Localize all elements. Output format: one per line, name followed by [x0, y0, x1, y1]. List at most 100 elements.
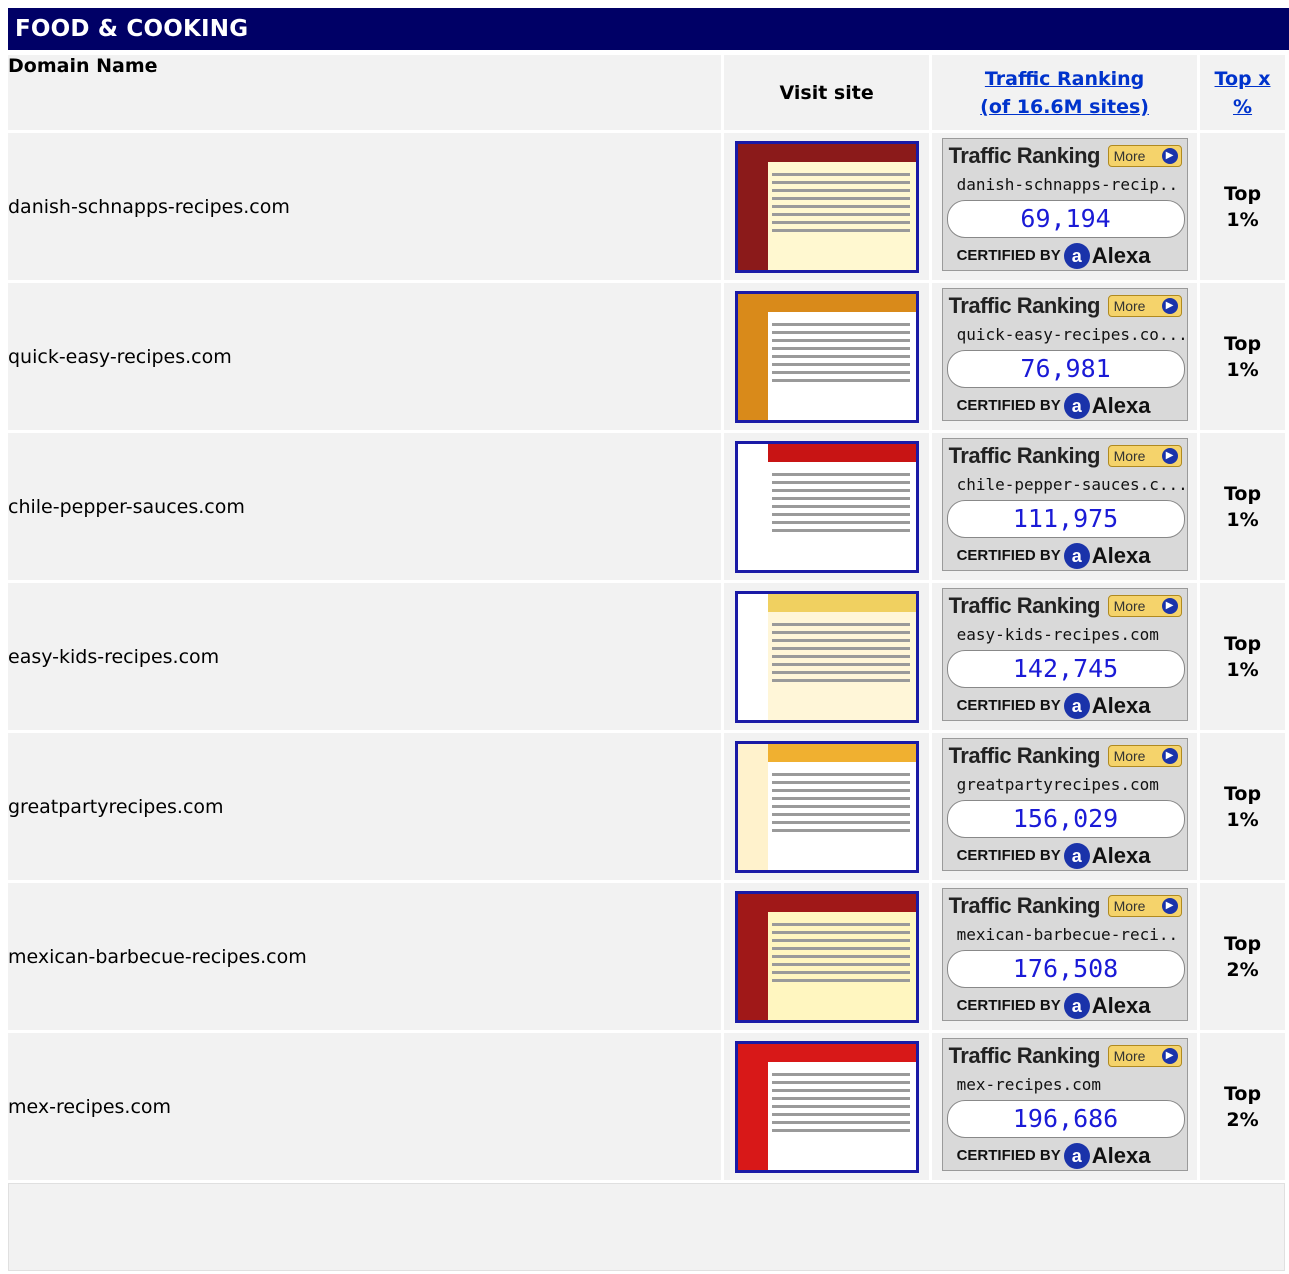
domain-name-cell: quick-easy-recipes.com [8, 283, 722, 430]
more-button[interactable]: More ▶ [1107, 1045, 1182, 1067]
more-button[interactable]: More ▶ [1107, 445, 1182, 467]
thumbnail-body [771, 318, 910, 412]
arrow-right-icon: ▶ [1161, 598, 1178, 614]
alexa-badge[interactable]: Traffic Ranking More ▶ chile-pepper-sauces.… [941, 438, 1188, 571]
arrow-right-icon: ▶ [1161, 1048, 1178, 1064]
traffic-ranking-sublabel: (of 16.6M sites) [980, 95, 1149, 118]
top-percent-label: Top x [1214, 67, 1271, 90]
alexa-logo-icon: a [1063, 243, 1090, 269]
ranking-table: Domain Name Visit site Traffic Ranking (o… [5, 52, 1288, 1274]
alexa-wordmark: Alexa [1091, 843, 1151, 868]
alexa-wordmark: Alexa [1091, 393, 1151, 418]
thumbnail-body [771, 618, 910, 712]
thumbnail-sidebar [737, 443, 768, 570]
site-thumbnail-link[interactable] [734, 140, 919, 273]
site-thumbnail-link[interactable] [734, 290, 919, 423]
alexa-logo-icon: a [1063, 843, 1090, 869]
more-button[interactable]: More ▶ [1107, 145, 1182, 167]
badge-title: Traffic Ranking [948, 443, 1101, 468]
top-percent-value: 2% [1226, 1108, 1259, 1131]
thumbnail-body [771, 1068, 910, 1162]
alexa-badge[interactable]: Traffic Ranking More ▶ easy-kids-recipes.co… [941, 588, 1188, 721]
traffic-ranking-cell: Traffic Ranking More ▶ danish-schnapps-reci… [932, 133, 1198, 280]
rank-value: 142,745 [946, 650, 1185, 688]
table-row: mexican-barbecue-recipes.com Traffic Rank… [8, 883, 1285, 1030]
thumbnail-sidebar [737, 143, 768, 270]
top-percent-cell: Top 1% [1200, 433, 1285, 580]
domain-name-cell: mex-recipes.com [8, 1033, 722, 1180]
alexa-logo-icon: a [1063, 393, 1090, 419]
alexa-wordmark: Alexa [1091, 1143, 1151, 1168]
empty-cell [8, 1183, 1285, 1271]
more-button[interactable]: More ▶ [1107, 745, 1182, 767]
top-percent-cell: Top 2% [1200, 883, 1285, 1030]
alexa-badge[interactable]: Traffic Ranking More ▶ danish-schnapps-reci… [941, 138, 1188, 271]
rank-value: 196,686 [946, 1100, 1185, 1138]
certified-label: CERTIFIED BY [956, 546, 1061, 564]
domain-name-cell: danish-schnapps-recipes.com [8, 133, 722, 280]
certified-by: CERTIFIED BY a Alexa [956, 543, 1151, 569]
more-button[interactable]: More ▶ [1107, 595, 1182, 617]
alexa-badge[interactable]: Traffic Ranking More ▶ quick-easy-recipes.c… [941, 288, 1188, 421]
badge-domain: greatpartyrecipes.com [956, 775, 1159, 794]
table-row: easy-kids-recipes.com Traffic Ranking More… [8, 583, 1285, 730]
more-button[interactable]: More ▶ [1107, 895, 1182, 917]
thumbnail-body [771, 918, 910, 1012]
arrow-right-icon: ▶ [1161, 748, 1178, 764]
site-thumbnail-link[interactable] [734, 1040, 919, 1173]
top-percent-value: 2% [1226, 958, 1259, 981]
top-percent-cell: Top 1% [1200, 283, 1285, 430]
thumbnail-sidebar [737, 1043, 768, 1170]
rank-value: 76,981 [946, 350, 1185, 388]
domain-name: greatpartyrecipes.com [8, 795, 224, 818]
badge-title: Traffic Ranking [948, 143, 1101, 168]
site-thumbnail-link[interactable] [734, 440, 919, 573]
alexa-logo-icon: a [1063, 993, 1090, 1019]
top-percent-value: 1% [1226, 208, 1259, 231]
alexa-badge[interactable]: Traffic Ranking More ▶ greatpartyrecipes.co… [941, 738, 1188, 871]
certified-label: CERTIFIED BY [956, 996, 1061, 1014]
alexa-badge[interactable]: Traffic Ranking More ▶ mex-recipes.com 196,6… [941, 1038, 1188, 1171]
rank-value: 111,975 [946, 500, 1185, 538]
thumbnail-sidebar [737, 743, 768, 870]
more-button[interactable]: More ▶ [1107, 295, 1182, 317]
thumbnail-sidebar [737, 293, 768, 420]
header-traffic-ranking: Traffic Ranking (of 16.6M sites) [932, 55, 1198, 130]
domain-name: chile-pepper-sauces.com [8, 495, 245, 518]
table-row: greatpartyrecipes.com Traffic Ranking More… [8, 733, 1285, 880]
certified-by: CERTIFIED BY a Alexa [957, 843, 1151, 869]
alexa-badge[interactable]: Traffic Ranking More ▶ mexican-barbecue-rec… [941, 888, 1188, 1021]
header-row: Domain Name Visit site Traffic Ranking (o… [8, 55, 1285, 130]
domain-name-cell: easy-kids-recipes.com [8, 583, 722, 730]
domain-name-cell: mexican-barbecue-recipes.com [8, 883, 722, 1030]
top-word: Top [1223, 182, 1262, 205]
certified-by: CERTIFIED BY a Alexa [957, 243, 1150, 269]
visit-site-cell [724, 433, 930, 580]
table-row: mex-recipes.com Traffic Ranking More ▶ mex-r… [8, 1033, 1285, 1180]
arrow-right-icon: ▶ [1161, 148, 1178, 164]
domain-name-cell: greatpartyrecipes.com [8, 733, 722, 880]
alexa-wordmark: Alexa [1091, 543, 1151, 568]
site-thumbnail-link[interactable] [734, 590, 919, 723]
thumbnail-body [771, 768, 910, 862]
visit-site-cell [724, 1033, 930, 1180]
badge-title: Traffic Ranking [948, 1043, 1101, 1068]
badge-title: Traffic Ranking [948, 743, 1101, 768]
traffic-ranking-cell: Traffic Ranking More ▶ greatpartyrecipes.co… [932, 733, 1198, 880]
thumbnail-sidebar [737, 893, 768, 1020]
more-label: More [1113, 598, 1146, 614]
traffic-ranking-cell: Traffic Ranking More ▶ mex-recipes.com 196,6… [932, 1033, 1198, 1180]
certified-label: CERTIFIED BY [956, 696, 1061, 714]
site-thumbnail-link[interactable] [734, 890, 919, 1023]
visit-site-cell [724, 883, 930, 1030]
table-row: quick-easy-recipes.com Traffic Ranking Mor… [8, 283, 1285, 430]
visit-site-cell [724, 583, 930, 730]
site-thumbnail-link[interactable] [734, 740, 919, 873]
top-percent-value: 1% [1226, 808, 1259, 831]
more-label: More [1113, 148, 1146, 164]
badge-domain: easy-kids-recipes.com [956, 625, 1159, 644]
top-word: Top [1223, 782, 1262, 805]
header-top-percent: Top x% [1200, 55, 1285, 130]
traffic-ranking-link[interactable]: Traffic Ranking (of 16.6M sites) [980, 68, 1149, 118]
top-percent-link[interactable]: Top x% [1215, 68, 1271, 118]
